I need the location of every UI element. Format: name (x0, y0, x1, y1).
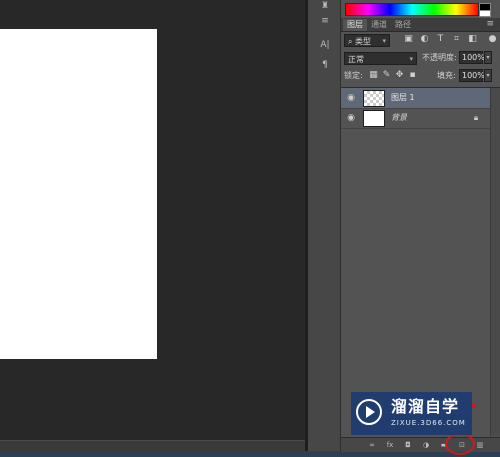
layer-name[interactable]: 背景 (391, 112, 407, 124)
panel-menu-icon[interactable]: ≡ (486, 19, 494, 30)
lock-position-icon[interactable]: ✥ (394, 70, 405, 81)
adjust-sliders-icon[interactable]: ≡ (318, 15, 332, 27)
tab-paths[interactable]: 路径 (391, 19, 415, 31)
watermark-url: ZIXUE.3D66.COM (391, 419, 466, 427)
eye-icon[interactable]: ◉ (345, 112, 357, 124)
blend-mode-select[interactable]: 正常 ▾ (344, 52, 417, 65)
play-logo-icon (356, 399, 382, 425)
filter-toggle-icon[interactable]: ● (487, 34, 498, 45)
watermark-accent (472, 404, 476, 408)
filter-kind-select[interactable]: ⌕ 类型 ▾ (344, 34, 390, 47)
adjustment-layer-icon[interactable]: ◑ (421, 440, 431, 450)
watermark: 溜溜自学 ZIXUE.3D66.COM (351, 392, 472, 435)
watermark-title: 溜溜自学 (391, 397, 460, 416)
trash-icon[interactable]: ▥ (475, 440, 485, 450)
layers-footer-toolbar: ∞ fx ◘ ◑ ▬ ⊡ ▥ (341, 437, 500, 452)
chevron-down-icon: ▾ (409, 55, 413, 63)
fill-field[interactable]: 100% (459, 69, 485, 82)
type-filter-icon[interactable]: T (435, 34, 446, 45)
layers-list[interactable]: ◉ 图层 1 ◉ 背景 🔒︎ (341, 87, 500, 438)
layer-filter-row: ⌕ 类型 ▾ ▣ ◐ T ⌗ ◧ ● (341, 32, 500, 50)
link-layers-icon[interactable]: ∞ (367, 440, 377, 450)
layer-thumbnail (363, 90, 385, 107)
opacity-dropdown-icon[interactable]: ▾ (484, 51, 492, 64)
tab-layers[interactable]: 图层 (343, 19, 367, 31)
add-mask-icon[interactable]: ◘ (403, 440, 413, 450)
lock-icon: 🔒︎ (473, 113, 479, 122)
panel-dock-strip: ♜ ≡ A| ¶ (308, 0, 341, 451)
brush-preset-icon[interactable]: ♜ (318, 0, 332, 12)
character-panel-icon[interactable]: A| (318, 39, 332, 51)
lock-label: 锁定: (344, 71, 363, 80)
panel-tab-bar: 图层 通道 路径 ≡ (341, 18, 500, 32)
pixel-filter-icon[interactable]: ▣ (403, 34, 414, 45)
search-icon: ⌕ (348, 37, 353, 46)
tab-channels[interactable]: 通道 (367, 19, 391, 31)
fill-label: 填充: (437, 71, 456, 80)
layer-row[interactable]: ◉ 图层 1 (341, 88, 491, 109)
eye-icon[interactable]: ◉ (345, 92, 357, 104)
lock-image-icon[interactable]: ✎ (381, 70, 392, 81)
lock-all-icon[interactable]: ▪ (407, 70, 418, 81)
fill-dropdown-icon[interactable]: ▾ (484, 69, 492, 82)
canvas-workspace[interactable] (0, 0, 305, 440)
shape-filter-icon[interactable]: ⌗ (451, 34, 462, 45)
layer-name[interactable]: 图层 1 (391, 92, 415, 104)
layer-row[interactable]: ◉ 背景 🔒︎ (341, 108, 491, 129)
opacity-field[interactable]: 100% (459, 51, 485, 64)
lock-transparent-icon[interactable]: ▦ (368, 70, 379, 81)
smart-object-filter-icon[interactable]: ◧ (467, 34, 478, 45)
lock-row: 锁定: ▦ ✎ ✥ ▪ 填充: 100% ▾ (341, 68, 500, 86)
color-spectrum[interactable] (345, 3, 479, 16)
adjustment-filter-icon[interactable]: ◐ (419, 34, 430, 45)
paragraph-panel-icon[interactable]: ¶ (318, 59, 332, 71)
layer-thumbnail (363, 110, 385, 127)
filter-kind-label: 类型 (355, 37, 372, 46)
fx-icon[interactable]: fx (385, 440, 395, 450)
document-canvas[interactable] (0, 29, 157, 359)
chevron-down-icon: ▾ (382, 37, 386, 45)
blend-row: 正常 ▾ 不透明度: 100% ▾ (341, 50, 500, 68)
highlight-circle (445, 433, 475, 455)
opacity-label: 不透明度: (422, 53, 457, 62)
layers-scrollbar[interactable] (490, 88, 500, 436)
blend-mode-value: 正常 (348, 55, 364, 64)
background-swatch[interactable] (479, 10, 491, 17)
